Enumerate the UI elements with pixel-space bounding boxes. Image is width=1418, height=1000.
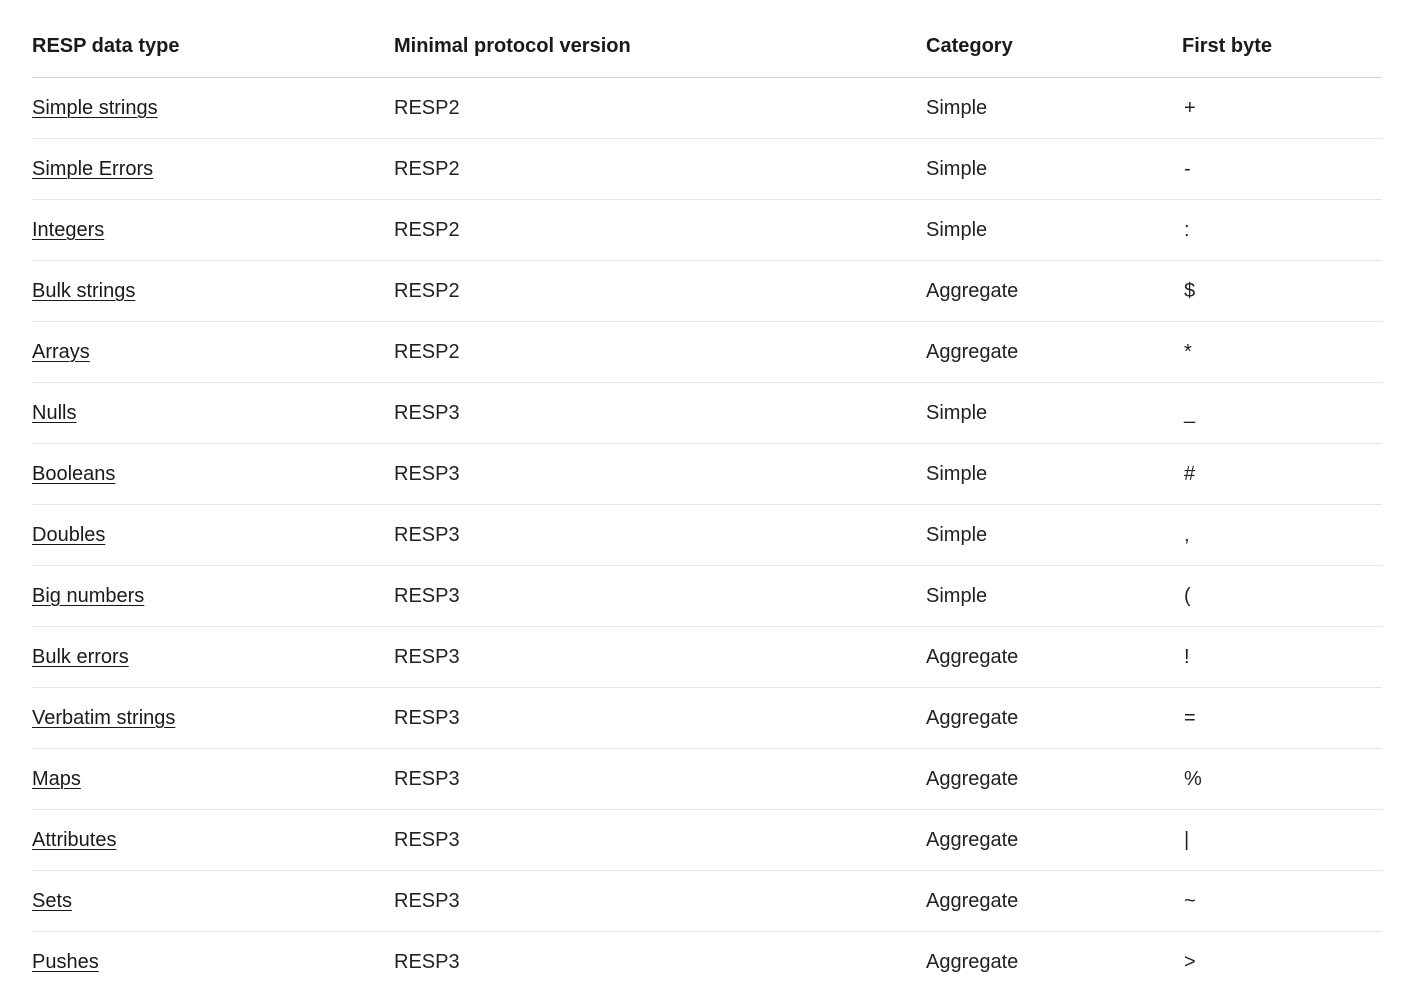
cell-protocol-version: RESP2 xyxy=(394,260,926,322)
cell-protocol-version: RESP2 xyxy=(394,77,926,139)
cell-protocol-version: RESP3 xyxy=(394,565,926,627)
cell-data-type: Simple Errors xyxy=(32,138,394,200)
cell-protocol-version: RESP3 xyxy=(394,870,926,932)
cell-protocol-version: RESP3 xyxy=(394,443,926,505)
cell-first-byte: ( xyxy=(1182,565,1382,627)
data-type-link[interactable]: Nulls xyxy=(32,402,76,424)
data-type-link[interactable]: Doubles xyxy=(32,524,105,546)
table-row: Pushes RESP3 Aggregate > xyxy=(32,932,1382,993)
cell-category: Simple xyxy=(926,565,1182,627)
table-row: Simple strings RESP2 Simple + xyxy=(32,77,1382,139)
data-type-link[interactable]: Simple Errors xyxy=(32,158,153,180)
table-row: Doubles RESP3 Simple, xyxy=(32,504,1382,566)
table-row: Integers RESP2 Simple: xyxy=(32,199,1382,261)
cell-protocol-version: RESP3 xyxy=(394,809,926,871)
cell-first-byte: = xyxy=(1182,687,1382,749)
cell-protocol-version: RESP2 xyxy=(394,138,926,200)
cell-category: Aggregate xyxy=(926,321,1182,383)
header-resp-data-type: RESP data type xyxy=(32,16,394,78)
cell-first-byte: : xyxy=(1182,199,1382,261)
cell-first-byte: ~ xyxy=(1182,870,1382,932)
cell-data-type: Bulk strings xyxy=(32,260,394,322)
cell-category: Aggregate xyxy=(926,687,1182,749)
cell-category: Aggregate xyxy=(926,950,1019,973)
data-type-link[interactable]: Maps xyxy=(32,768,81,790)
data-type-link[interactable]: Pushes xyxy=(32,951,99,973)
cell-data-type: Integers xyxy=(32,199,394,261)
cell-data-type: Sets xyxy=(32,870,394,932)
cell-first-byte: _ xyxy=(1182,382,1382,444)
cell-data-type: Arrays xyxy=(32,321,394,383)
cell-data-type: Bulk errors xyxy=(32,626,394,688)
table-header: RESP data type Minimal protocol version … xyxy=(32,16,1382,78)
cell-data-type: Pushes xyxy=(32,932,394,993)
cell-protocol-version: RESP3 xyxy=(394,687,926,749)
cell-protocol-version: RESP3 xyxy=(394,504,926,566)
cell-category: Aggregate xyxy=(926,626,1182,688)
data-type-link[interactable]: Simple strings xyxy=(32,97,158,119)
table-row: Bulk errors RESP3 Aggregate! xyxy=(32,626,1382,688)
cell-data-type: Nulls xyxy=(32,382,394,444)
table-row: Attributes RESP3 Aggregate | xyxy=(32,809,1382,871)
data-type-link[interactable]: Integers xyxy=(32,219,104,241)
cell-category: Aggregate xyxy=(926,748,1182,810)
cell-category: Simple xyxy=(926,199,1182,261)
table-row: Big numbers RESP3 Simple( xyxy=(32,565,1382,627)
cell-protocol-version: RESP3 xyxy=(394,382,926,444)
resp-types-table: RESP data type Minimal protocol version … xyxy=(32,16,1382,992)
data-type-link[interactable]: Booleans xyxy=(32,463,115,485)
cell-first-byte: > xyxy=(1184,950,1196,973)
cell-first-byte: | xyxy=(1182,809,1382,871)
cell-protocol-version: RESP3 xyxy=(394,748,926,810)
header-category: Category xyxy=(926,16,1182,78)
header-row: RESP data type Minimal protocol version … xyxy=(32,16,1382,78)
cell-data-type: Verbatim strings xyxy=(32,687,394,749)
table-row: Booleans RESP3 Simple # xyxy=(32,443,1382,505)
data-type-link[interactable]: Arrays xyxy=(32,341,90,363)
cell-first-byte: % xyxy=(1182,748,1382,810)
table-row: Sets RESP3 Aggregate ~ xyxy=(32,870,1382,932)
cell-category: Simple xyxy=(926,77,1182,139)
table-row: Verbatim strings RESP3 Aggregate = xyxy=(32,687,1382,749)
cell-protocol-version: RESP3 xyxy=(394,626,926,688)
data-type-link[interactable]: Attributes xyxy=(32,829,116,851)
cell-category: Simple xyxy=(926,443,1182,505)
cell-category: Simple xyxy=(926,138,1182,200)
cell-data-type: Doubles xyxy=(32,504,394,566)
cell-data-type: Booleans xyxy=(32,443,394,505)
resp-types-table-container: RESP data type Minimal protocol version … xyxy=(32,16,1382,992)
data-type-link[interactable]: Verbatim strings xyxy=(32,707,175,729)
cell-first-byte: - xyxy=(1182,138,1382,200)
cell-protocol-version: RESP2 xyxy=(394,321,926,383)
cell-first-byte: , xyxy=(1182,504,1382,566)
cell-data-type: Big numbers xyxy=(32,565,394,627)
cell-protocol-version: RESP3 xyxy=(394,950,460,973)
table-row: Bulk strings RESP2 Aggregate $ xyxy=(32,260,1382,322)
cell-data-type: Maps xyxy=(32,748,394,810)
table-body: Simple strings RESP2 Simple + Simple Errors R… xyxy=(32,77,1382,993)
cell-category: Simple xyxy=(926,382,1182,444)
data-type-link[interactable]: Big numbers xyxy=(32,585,144,607)
data-type-link[interactable]: Sets xyxy=(32,890,72,912)
cell-first-byte: # xyxy=(1182,443,1382,505)
table-row: Arrays RESP2 Aggregate * xyxy=(32,321,1382,383)
cell-data-type: Attributes xyxy=(32,809,394,871)
cell-first-byte: ! xyxy=(1182,626,1382,688)
table-row: Maps RESP3 Aggregate% xyxy=(32,748,1382,810)
cell-first-byte: + xyxy=(1182,77,1382,139)
table-row: Nulls RESP3 Simple _ xyxy=(32,382,1382,444)
cell-category: Simple xyxy=(926,504,1182,566)
cell-category: Aggregate xyxy=(926,809,1182,871)
header-first-byte: First byte xyxy=(1182,16,1382,78)
data-type-link[interactable]: Bulk strings xyxy=(32,280,135,302)
cell-protocol-version: RESP2 xyxy=(394,199,926,261)
header-minimal-protocol-version: Minimal protocol version xyxy=(394,16,926,78)
table-row: Simple Errors RESP2 Simple - xyxy=(32,138,1382,200)
cell-category: Aggregate xyxy=(926,870,1182,932)
cell-first-byte: $ xyxy=(1182,260,1382,322)
cell-data-type: Simple strings xyxy=(32,77,394,139)
cell-category: Aggregate xyxy=(926,260,1182,322)
data-type-link[interactable]: Bulk errors xyxy=(32,646,129,668)
cell-first-byte: * xyxy=(1182,321,1382,383)
